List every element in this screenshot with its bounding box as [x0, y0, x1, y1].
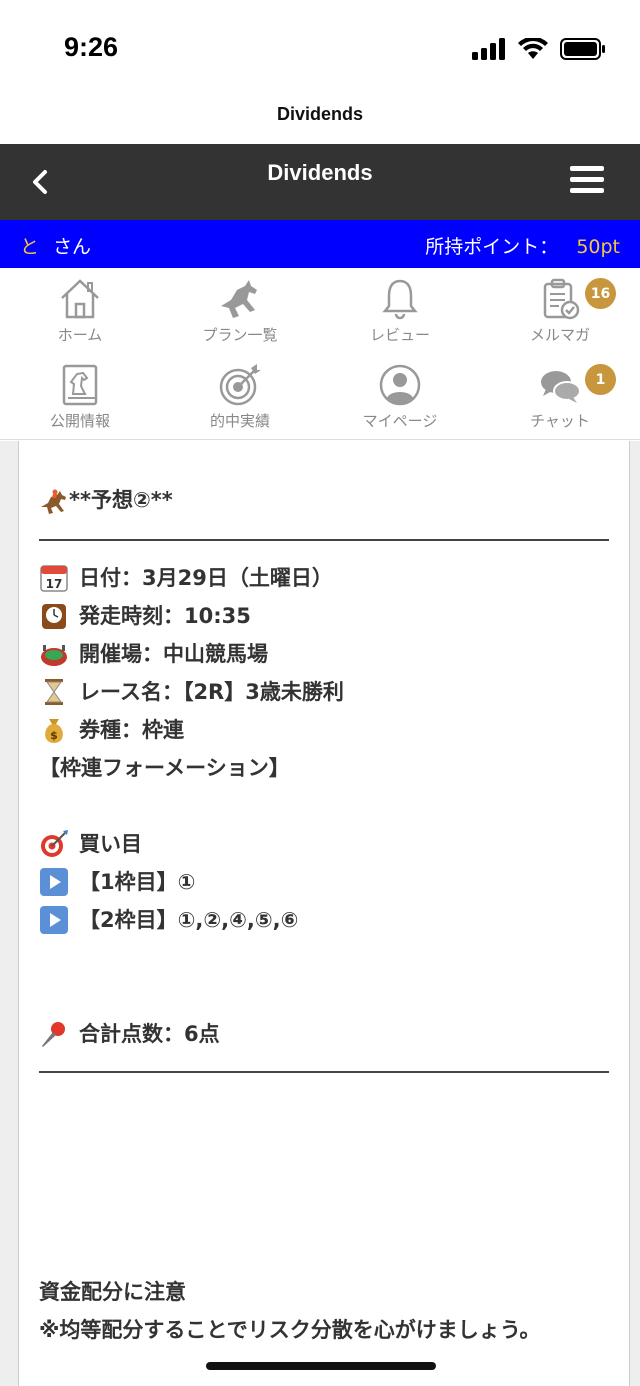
hourglass-icon — [45, 679, 63, 705]
newsletter-badge: 16 — [585, 278, 616, 309]
target-icon — [219, 364, 261, 406]
nav-label: ホーム — [57, 326, 103, 344]
nav-label: プラン一覧 — [202, 326, 278, 344]
nav-label: メルマガ — [529, 326, 590, 344]
user-initial: と — [20, 236, 40, 258]
race-start-time: 発走時刻：10:35 — [39, 597, 609, 635]
pushpin-icon — [42, 1022, 65, 1047]
browser-title: Dividends — [276, 104, 364, 124]
dart-target-icon — [41, 830, 68, 857]
note-title: 資金配分に注意 — [39, 1280, 186, 1304]
nav-label: マイページ — [362, 412, 438, 430]
total-points: 合計点数：6点 — [39, 1015, 609, 1053]
post-card: **予想②** 17 日付：3月29日（土曜日） 発走時刻：10:35 開催場：… — [18, 441, 630, 1386]
points-display: 所持ポイント： 50pt — [425, 232, 620, 259]
svg-text:17: 17 — [46, 577, 63, 591]
ticket-type: $ 券種：枠連 — [39, 711, 609, 749]
nav-label: レビュー — [369, 326, 430, 344]
menu-button[interactable] — [570, 166, 606, 198]
note-body: ※均等配分することでリスク分散を心がけましょう。 — [39, 1318, 541, 1342]
nav-item-plans[interactable]: プラン一覧 — [160, 268, 320, 354]
race-date: 17 日付：3月29日（土曜日） — [39, 559, 609, 597]
play-button-icon — [40, 868, 68, 896]
nav-grid: ホーム プラン一覧 レビュー メルマガ 16 公開情報 的中実績 マイページ チ… — [0, 268, 640, 440]
race-venue: 開催場：中山競馬場 — [39, 635, 609, 673]
race-name: レース名：【2R】3歳未勝利 — [39, 673, 609, 711]
wifi-icon — [518, 38, 548, 59]
nav-item-results[interactable]: 的中実績 — [160, 354, 320, 440]
buy-line-1: 【1枠目】① — [39, 863, 609, 901]
app-header: Dividends — [0, 144, 640, 220]
content-area: **予想②** 17 日付：3月29日（土曜日） 発走時刻：10:35 開催場：… — [0, 441, 640, 1386]
battery-icon — [560, 38, 605, 60]
nav-item-mypage[interactable]: マイページ — [320, 354, 480, 440]
nav-label: 的中実績 — [209, 412, 270, 430]
play-button-icon — [40, 906, 68, 934]
horse-icon — [221, 280, 257, 318]
points-label: 所持ポイント： — [425, 236, 559, 258]
status-bar: 9:26 — [0, 0, 640, 100]
svg-text:$: $ — [50, 729, 58, 742]
user-name: とさん — [20, 232, 91, 259]
status-time: 9:26 — [64, 32, 119, 62]
chat-bubbles-icon — [541, 371, 581, 403]
nav-item-home[interactable]: ホーム — [0, 268, 160, 354]
home-icon — [61, 279, 99, 319]
calendar-icon: 17 — [40, 565, 68, 592]
post-heading: **予想②** — [39, 481, 609, 519]
page-title: Dividends — [267, 160, 373, 185]
nav-item-newsletter[interactable]: メルマガ 16 — [480, 268, 640, 354]
bell-icon — [382, 279, 418, 320]
status-icons — [472, 38, 606, 60]
nav-item-chat[interactable]: チャット 1 — [480, 354, 640, 440]
menu-icon — [570, 166, 604, 171]
money-bag-icon: $ — [45, 719, 63, 743]
formation-label: 【枠連フォーメーション】 — [39, 756, 290, 780]
chat-badge: 1 — [585, 364, 616, 395]
clipboard-check-icon — [543, 278, 580, 320]
nav-label: チャット — [530, 412, 590, 430]
horse-racing-icon — [41, 489, 66, 514]
user-bar: とさん 所持ポイント： 50pt — [0, 220, 640, 268]
nav-item-review[interactable]: レビュー — [320, 268, 480, 354]
user-circle-icon — [379, 364, 421, 406]
clock-icon — [42, 604, 66, 629]
buy-line-2: 【2枠目】①,②,④,⑤,⑥ — [39, 901, 609, 939]
book-knight-icon — [62, 364, 98, 406]
nav-label: 公開情報 — [49, 412, 110, 430]
nav-item-public-info[interactable]: 公開情報 — [0, 354, 160, 440]
home-indicator — [206, 1362, 436, 1370]
points-value: 50pt — [576, 236, 620, 258]
user-suffix: さん — [53, 236, 92, 258]
signal-icon — [472, 38, 505, 60]
buy-title: 買い目 — [39, 825, 609, 863]
stadium-icon — [41, 645, 67, 666]
